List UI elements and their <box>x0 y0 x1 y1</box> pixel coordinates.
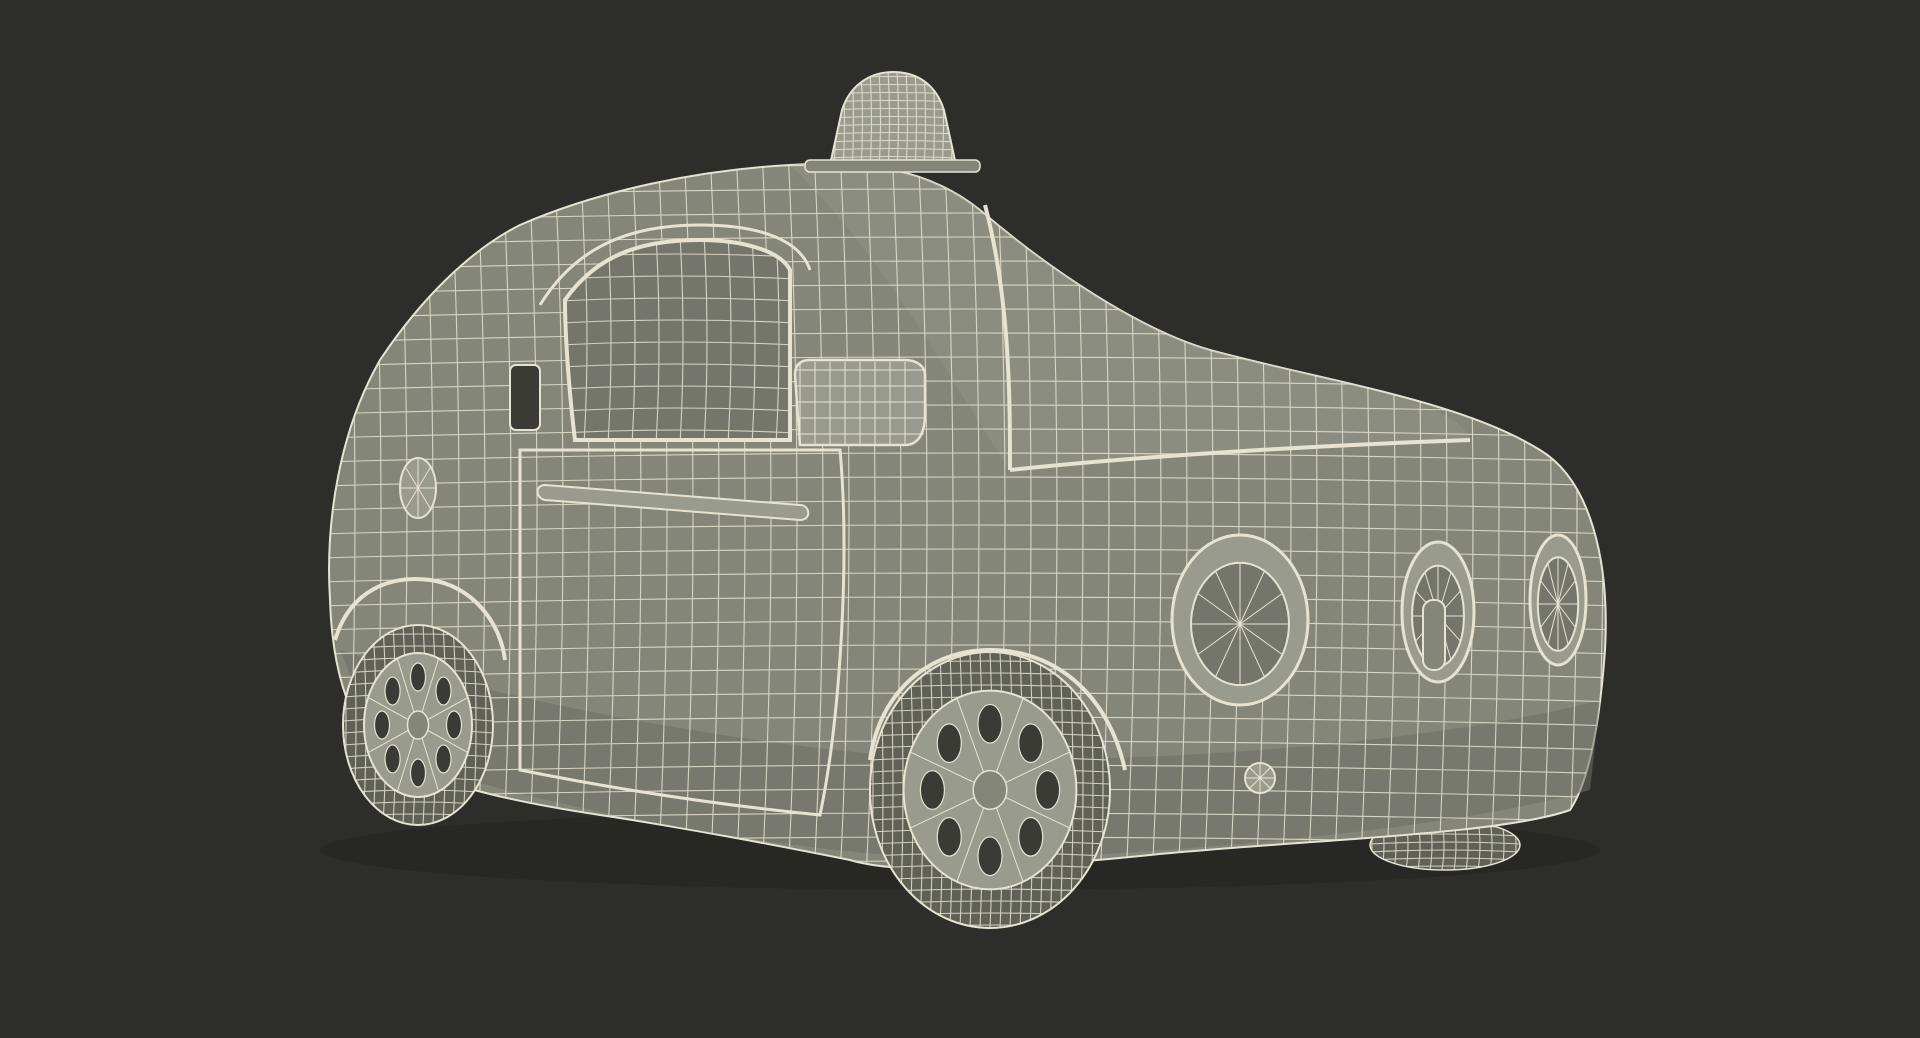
front-wheel-rim-hole <box>977 836 1003 877</box>
front-wheel-rim-hole <box>1018 816 1044 857</box>
door-handle <box>509 364 541 431</box>
headlight-left <box>1170 533 1310 707</box>
front-wheel-rim-hole <box>936 723 962 764</box>
rear-wheel-rim-hole <box>435 744 452 774</box>
window-glass <box>562 237 792 442</box>
rear-wheel-rim-hole <box>384 744 401 774</box>
rear-wheel-hub <box>406 710 430 740</box>
car-wireframe-render <box>320 70 1607 929</box>
front-wheel-hub <box>972 769 1008 811</box>
headlight-far <box>1528 533 1588 667</box>
indicator-strip <box>1422 599 1446 671</box>
rear-wheel-rim-hole <box>445 710 463 740</box>
rear-wheel-rim-hole <box>409 758 427 788</box>
rear-wheel-rim-hole <box>409 662 427 692</box>
side-window <box>538 223 812 442</box>
rear-wheel-rim-hole <box>435 676 452 706</box>
front-wheel-rim-hole <box>977 703 1003 744</box>
rear-wheel-rim-hole <box>384 676 401 706</box>
dome-base <box>804 159 981 173</box>
render-viewport <box>0 0 1920 1038</box>
roof-sensor-dome <box>804 70 981 173</box>
front-wheel-rim-hole <box>1018 723 1044 764</box>
rear-wheel-rim-hole <box>373 710 391 740</box>
front-wheel-rim-hole <box>936 816 962 857</box>
front-wheel-rim-hole <box>1034 770 1061 810</box>
front-wheel-rim-hole <box>919 770 946 810</box>
side-mirror <box>793 358 927 447</box>
dome-shell <box>828 70 958 166</box>
